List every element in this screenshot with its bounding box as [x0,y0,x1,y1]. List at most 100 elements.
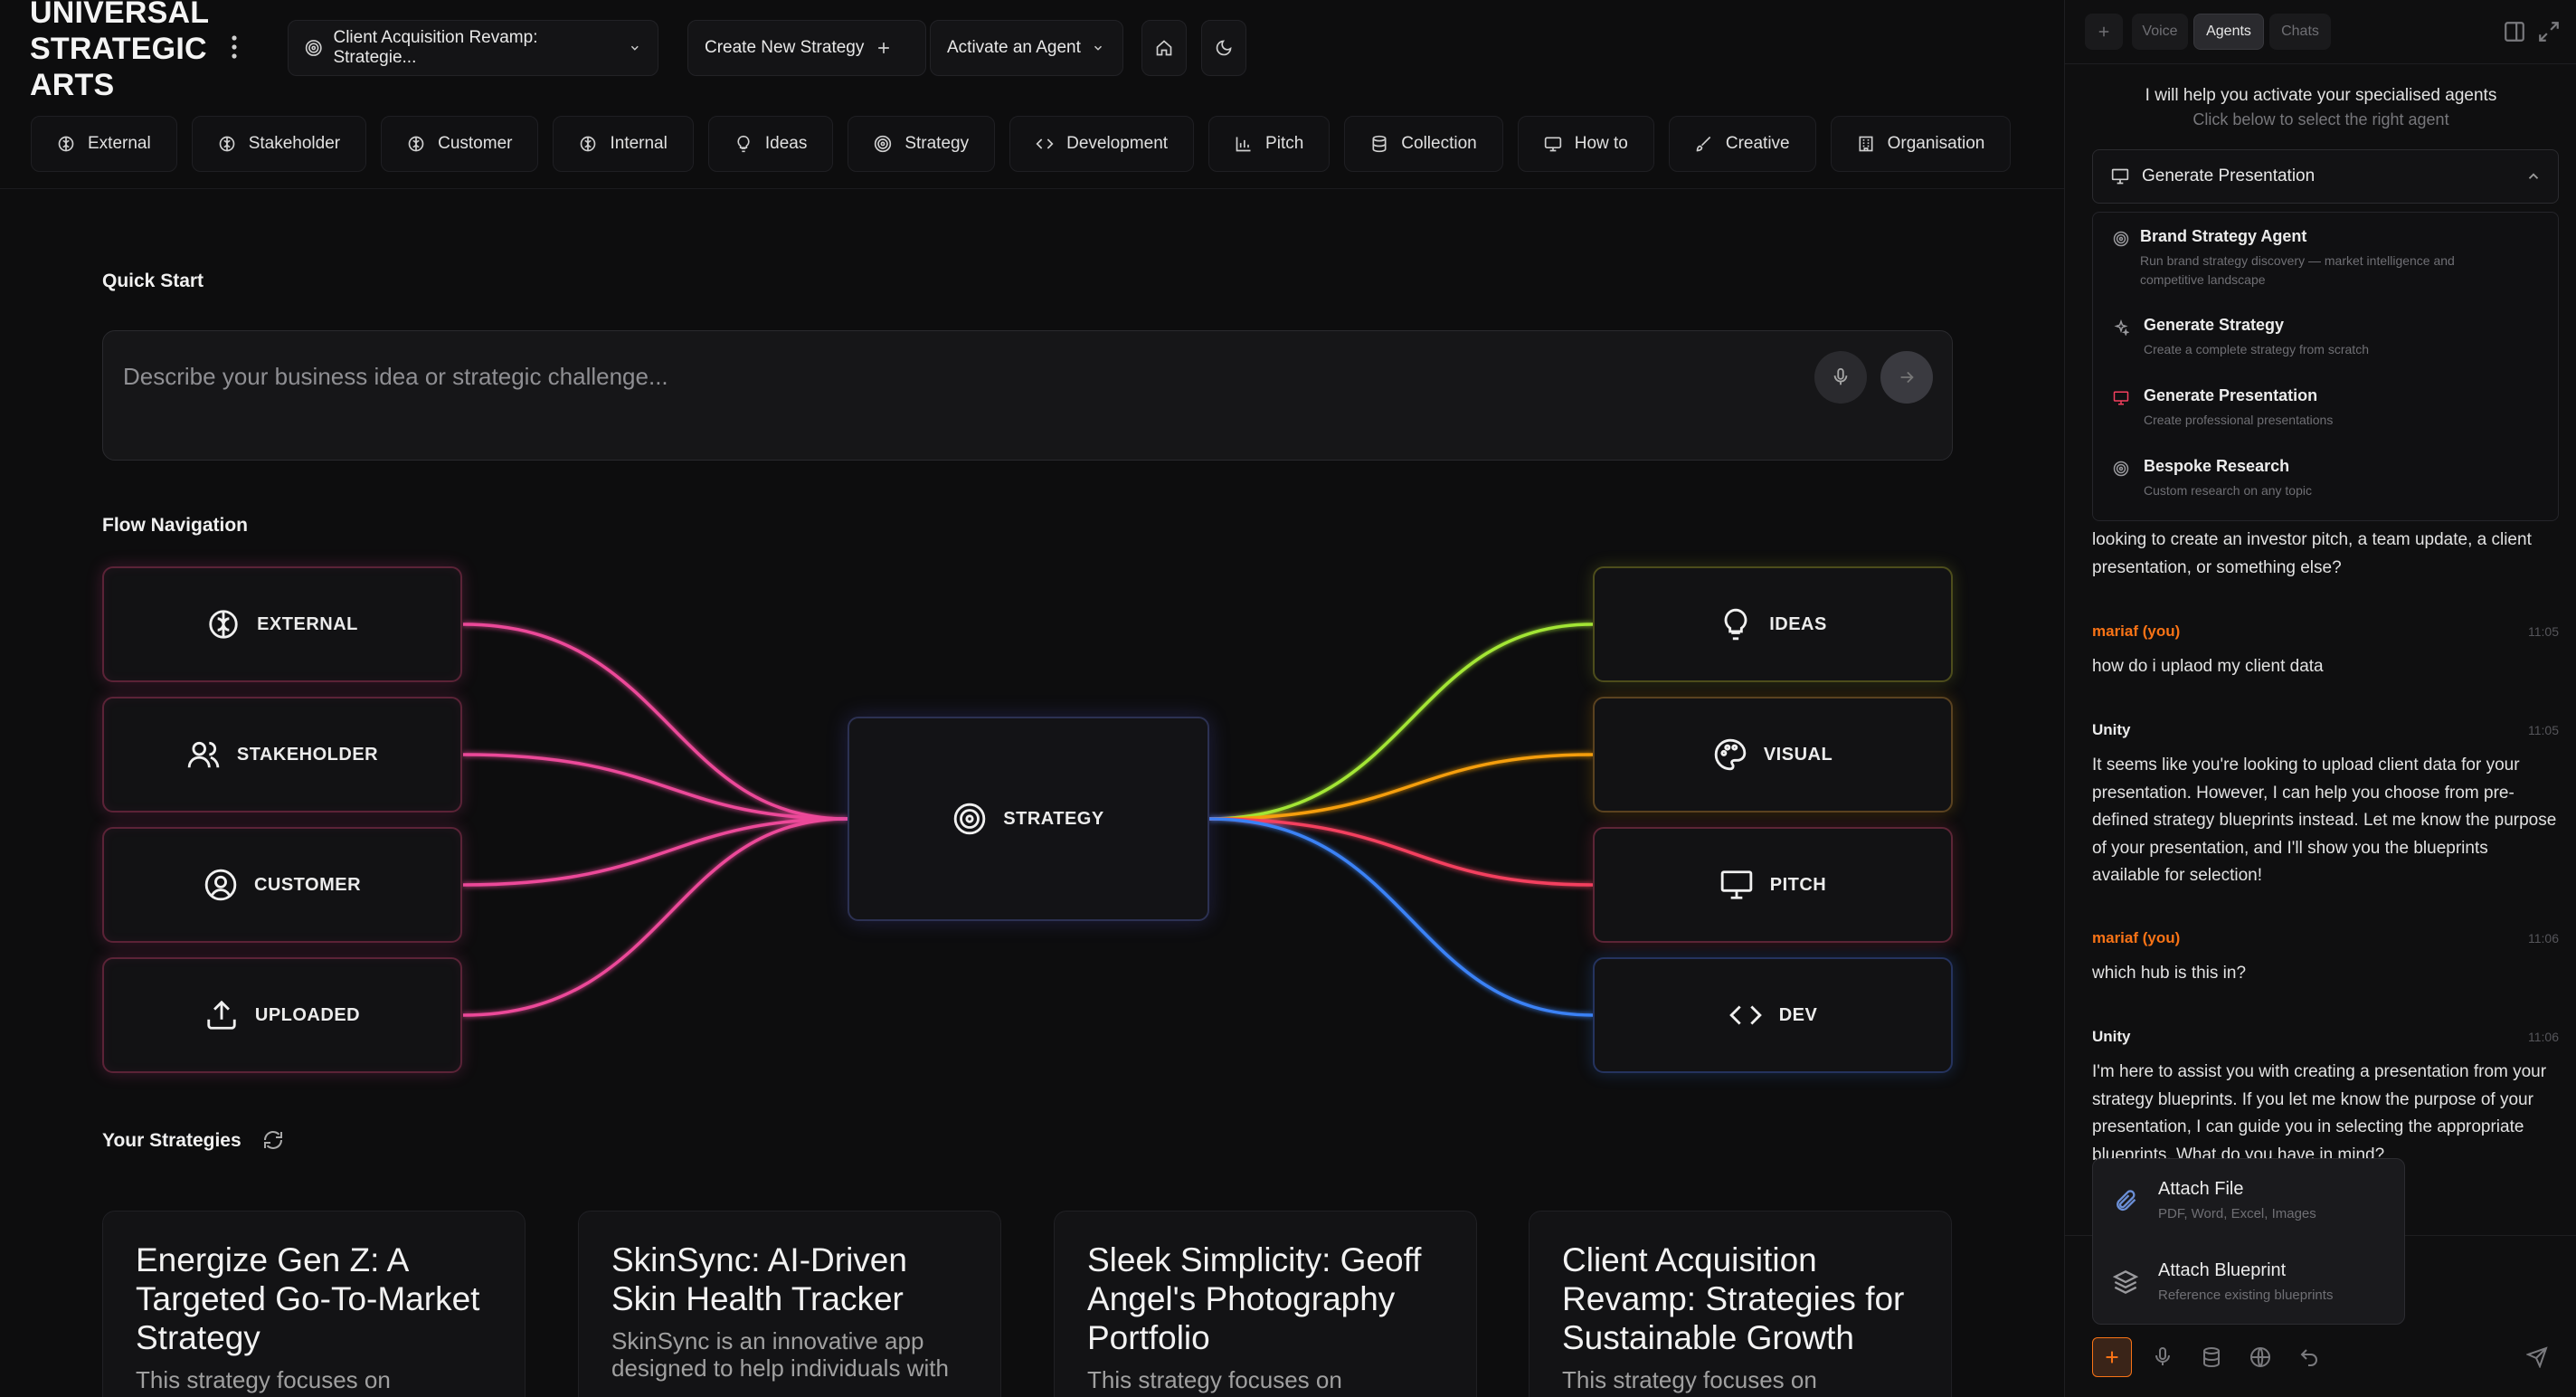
connector-external [462,622,848,821]
flow-node-label: VISUAL [1763,744,1833,765]
message-author: mariaf (you) [2092,622,2181,640]
split-view-icon[interactable] [2503,20,2526,43]
message-time: 11:06 [2528,1030,2559,1044]
strategy-card[interactable]: Client Acquisition Revamp: Strategies fo… [1529,1211,1952,1397]
agent-dropdown[interactable]: Generate Presentation [2092,149,2559,204]
panel-header-divider [2065,63,2576,64]
attach-button[interactable] [2092,1337,2132,1377]
plus-icon [2096,24,2112,40]
user-circle-icon [204,868,238,902]
paperclip-icon [2113,1188,2138,1213]
flow-node-label: STRATEGY [1003,808,1104,829]
flow-node-strategy[interactable]: STRATEGY [848,717,1209,921]
flow-node-label: IDEAS [1769,613,1827,634]
chat-message: Unity 11:06 I'm here to assist you with … [2092,1028,2559,1160]
agent-option-title: Generate Presentation [2144,386,2318,404]
chat-message: mariaf (you) 11:05 how do i uplaod my cl… [2092,622,2559,681]
strategy-card-desc: This strategy focuses on [1562,1366,1817,1393]
expand-icon[interactable] [2537,20,2561,43]
flow-node-stakeholder[interactable]: STAKEHOLDER [102,697,462,813]
flow-node-ideas[interactable]: IDEAS [1593,566,1953,682]
microphone-icon[interactable] [2152,1346,2174,1368]
send-icon[interactable] [2526,1346,2548,1368]
brain-icon [206,607,241,641]
message-author: Unity [2092,1028,2131,1045]
lightbulb-icon [1719,607,1753,641]
strategy-card-desc: This strategy focuses on [136,1366,391,1393]
attach-blueprint-option[interactable]: Attach Blueprint Reference existing blue… [2113,1260,2384,1311]
agent-option-brand-strategy[interactable]: Brand Strategy Agent Run brand strategy … [2113,227,2547,290]
undo-icon[interactable] [2298,1346,2320,1368]
assistant-panel: Voice Agents Chats I will help you activ… [2064,0,2576,1397]
strategy-card-desc: SkinSync is an innovative app designed t… [611,1327,949,1382]
flow-node-uploaded[interactable]: UPLOADED [102,957,462,1073]
attach-menu: Attach File PDF, Word, Excel, Images Att… [2092,1158,2405,1325]
agent-dropdown-menu: Brand Strategy Agent Run brand strategy … [2092,212,2559,521]
presentation-icon [2113,390,2129,406]
flow-node-dev[interactable]: DEV [1593,957,1953,1073]
target-icon [952,802,987,836]
connector-uploaded [462,817,848,1017]
tab-agents[interactable]: Agents [2193,14,2264,50]
flow-node-customer[interactable]: CUSTOMER [102,827,462,943]
tab-chats[interactable]: Chats [2269,14,2331,50]
attach-option-desc: PDF, Word, Excel, Images [2158,1206,2316,1221]
agent-option-title: Bespoke Research [2144,457,2290,475]
flow-node-external[interactable]: EXTERNAL [102,566,462,682]
message-text: It seems like you're looking to upload c… [2092,756,2557,885]
agent-option-desc: Custom research on any topic [2144,483,2312,498]
database-icon[interactable] [2201,1346,2222,1368]
message-author: mariaf (you) [2092,929,2181,946]
flow-node-label: EXTERNAL [257,613,358,634]
flow-node-pitch[interactable]: PITCH [1593,827,1953,943]
flow-node-visual[interactable]: VISUAL [1593,697,1953,813]
palette-icon [1713,737,1747,772]
users-icon [186,737,221,772]
agent-option-title: Brand Strategy Agent [2140,227,2307,245]
presentation-icon [2111,167,2129,185]
message-time: 11:06 [2528,931,2559,946]
strategy-card-desc: This strategy focuses on [1087,1366,1342,1393]
agent-intro-text: I will help you activate your specialise… [2145,86,2497,105]
refresh-icon[interactable] [262,1129,284,1151]
attach-option-desc: Reference existing blueprints [2158,1288,2334,1303]
strategy-card-title: Client Acquisition Revamp: Strategies fo… [1562,1241,1905,1356]
message-time: 11:05 [2528,624,2559,639]
main-app: UNIVERSAL STRATEGIC ARTS Client Acquisit… [0,0,2064,1397]
flow-node-label: STAKEHOLDER [236,744,379,765]
strategy-card[interactable]: SkinSync: AI-Driven Skin Health Tracker … [578,1211,1001,1397]
strategy-card[interactable]: Sleek Simplicity: Geoff Angel's Photogra… [1054,1211,1477,1397]
sparkle-icon [2113,319,2129,336]
presentation-icon [1719,868,1754,902]
strategy-card-title: Sleek Simplicity: Geoff Angel's Photogra… [1087,1241,1422,1356]
tab-voice[interactable]: Voice [2132,14,2188,50]
target-icon [2113,461,2129,477]
message-text: how do i uplaod my client data [2092,657,2324,676]
message-text: which hub is this in? [2092,964,2247,983]
flow-node-label: DEV [1778,1004,1818,1025]
target-icon [2113,231,2129,247]
strategy-card-title: SkinSync: AI-Driven Skin Health Tracker [611,1241,907,1317]
connector-pitch [1208,817,1594,887]
plus-icon [2102,1347,2122,1367]
connector-visual [1208,753,1594,821]
message-author: Unity [2092,721,2131,738]
flow-node-label: PITCH [1769,874,1827,895]
globe-icon[interactable] [2249,1346,2271,1368]
attach-file-option[interactable]: Attach File PDF, Word, Excel, Images [2113,1179,2384,1230]
strategy-card[interactable]: Energize Gen Z: A Targeted Go-To-Market … [102,1211,526,1397]
attach-option-title: Attach Blueprint [2158,1260,2287,1280]
agent-option-title: Generate Strategy [2144,316,2285,334]
agent-option-desc: Run brand strategy discovery — market in… [2140,253,2455,287]
agent-option-desc: Create a complete strategy from scratch [2144,342,2369,356]
agent-intro-hint: Click below to select the right agent [2192,110,2449,128]
connector-customer [462,817,848,887]
code-icon [1728,998,1763,1032]
agent-option-generate-presentation[interactable]: Generate Presentation Create professiona… [2113,386,2547,432]
agent-dropdown-label: Generate Presentation [2142,166,2316,185]
agent-option-bespoke-research[interactable]: Bespoke Research Custom research on any … [2113,457,2547,502]
chat-message: Unity 11:05 It seems like you're looking… [2092,721,2559,890]
message-time: 11:05 [2528,723,2559,737]
new-chat-button[interactable] [2085,14,2123,50]
agent-option-generate-strategy[interactable]: Generate Strategy Create a complete stra… [2113,316,2547,361]
